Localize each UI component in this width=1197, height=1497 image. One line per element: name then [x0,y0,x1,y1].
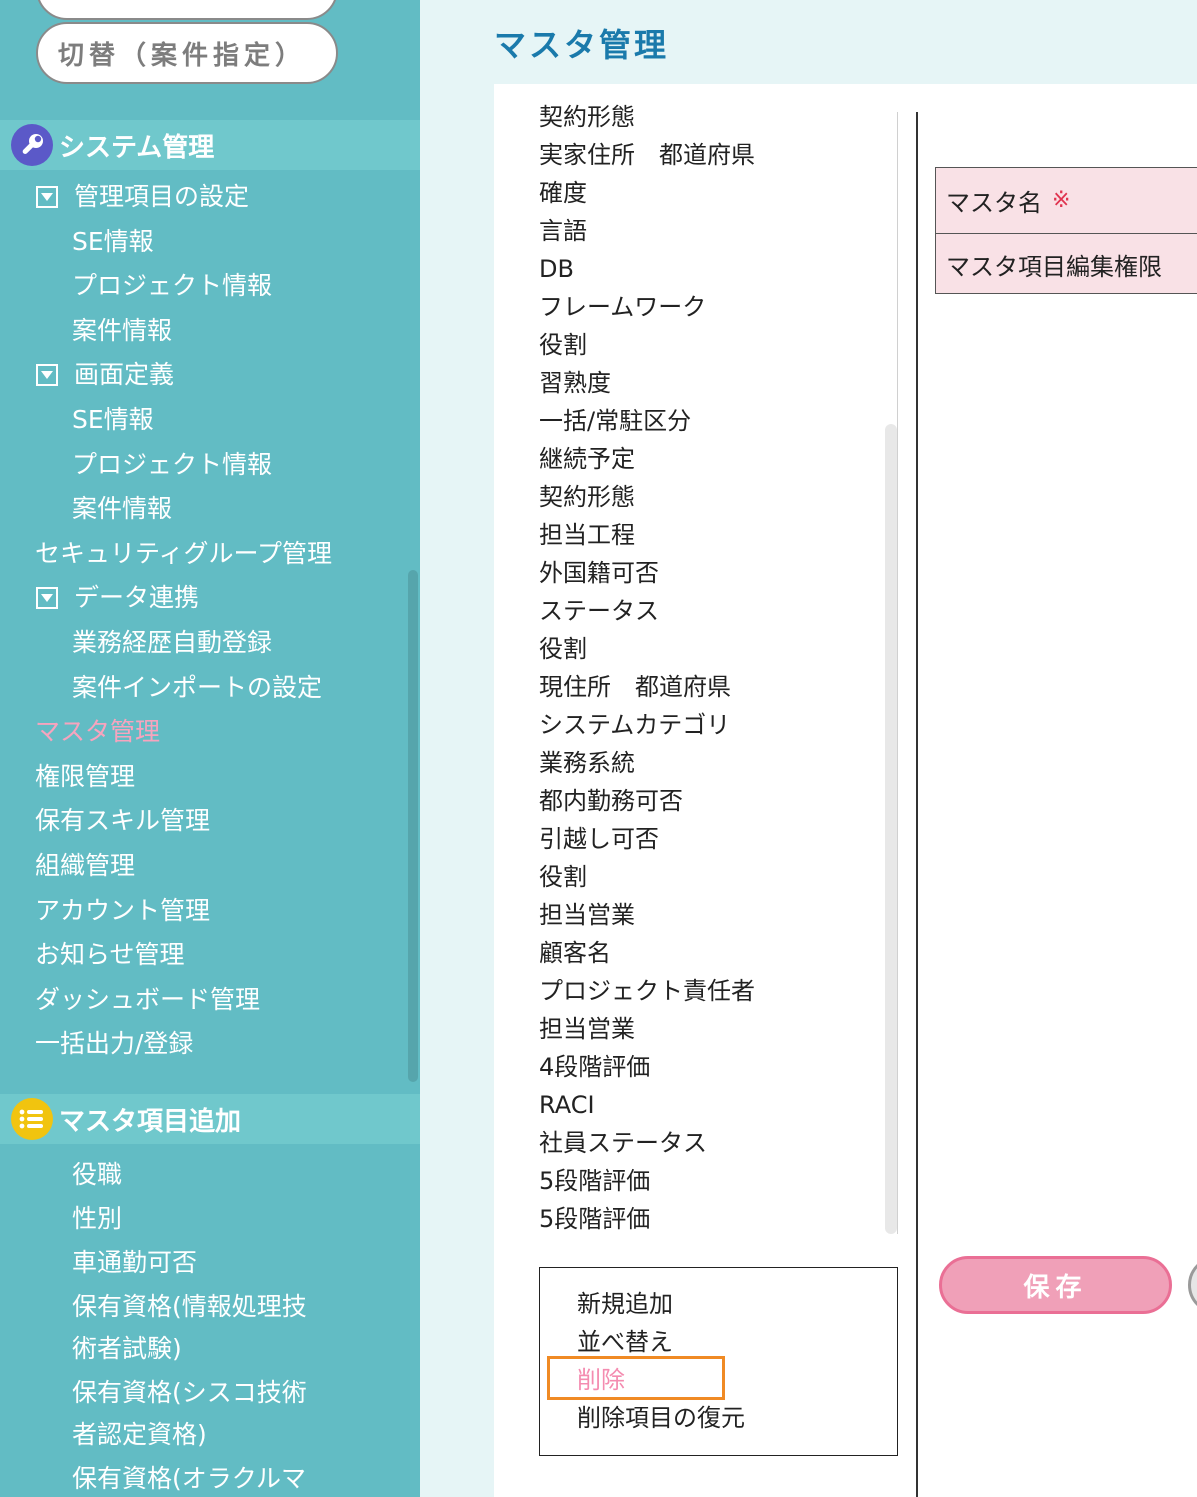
list-item[interactable]: RACI [539,1086,879,1124]
list-item[interactable]: ステータス [539,592,879,630]
sidebar-item[interactable]: 術者試験) [72,1333,182,1365]
section-header-master-add[interactable]: マスタ項目追加 [0,1094,420,1144]
list-icon [11,1098,53,1140]
sidebar-item[interactable]: SE情報 [72,226,154,258]
list-item[interactable]: 担当工程 [539,516,879,554]
list-item[interactable]: 契約形態 [539,98,879,136]
list-item[interactable]: 言語 [539,212,879,250]
edit-permission-label: マスタ項目編集権限 [946,252,1162,281]
list-item[interactable]: 役割 [539,630,879,668]
list-item[interactable]: 引越し可否 [539,820,879,858]
sidebar-item-label: データ連携 [74,583,200,612]
list-item[interactable]: 役割 [539,858,879,896]
sidebar-item-label: 管理項目の設定 [74,182,250,211]
sidebar-item[interactable]: 保有スキル管理 [35,805,210,837]
sidebar-scrollbar[interactable] [408,570,418,1082]
divider [916,112,918,1497]
list-item[interactable]: 社員ステータス [539,1124,879,1162]
context-menu: 新規追加 並べ替え 削除 削除項目の復元 [539,1267,898,1456]
wrench-icon [11,124,53,166]
sidebar-item[interactable]: 保有資格(オラクルマ [72,1463,306,1495]
list-item[interactable]: 4段階評価 [539,1048,879,1086]
collapse-toggle-icon[interactable] [36,364,58,386]
selection-highlight [547,1356,725,1400]
sidebar-item[interactable]: アカウント管理 [35,895,210,927]
sidebar-item[interactable]: 保有資格(情報処理技 [72,1291,307,1323]
sidebar-item[interactable]: 役職 [72,1159,122,1191]
section-title: システム管理 [59,132,215,163]
switch-project-button[interactable]: 切替（案件指定） [36,22,338,84]
list-scroll-track [897,112,898,1234]
sidebar-item[interactable]: 一括出力/登録 [35,1028,193,1060]
master-form: マスタ名 ※ マスタ項目編集権限 [935,167,1197,294]
list-item[interactable]: 都内勤務可否 [539,782,879,820]
master-list: 契約形態 実家住所 都道府県 確度 言語 DB フレームワーク 役割 習熟度 一括/常駐区分 継続… [539,98,879,1238]
sidebar-item[interactable]: 性別 [72,1203,122,1235]
sidebar-item-label: 画面定義 [74,360,175,389]
list-item[interactable]: 一括/常駐区分 [539,402,879,440]
master-name-row: マスタ名 ※ [936,168,1197,234]
list-item[interactable]: フレームワーク [539,288,879,326]
sidebar-item-active[interactable]: マスタ管理 [35,716,160,748]
sidebar-item[interactable]: お知らせ管理 [35,939,185,971]
sidebar-item[interactable]: プロジェクト情報 [72,270,272,302]
list-scrollbar[interactable] [885,424,897,1234]
sidebar-item[interactable]: 組織管理 [35,850,135,882]
sidebar-item[interactable]: ダッシュボード管理 [35,984,260,1016]
collapse-toggle-icon[interactable] [36,186,58,208]
sidebar-tree-node[interactable]: 管理項目の設定 [36,181,249,213]
list-item[interactable]: 実家住所 都道府県 [539,136,879,174]
sidebar-item[interactable]: 保有資格(シスコ技術 [72,1377,307,1409]
list-item[interactable]: 5段階評価 [539,1200,879,1238]
list-item[interactable]: DB [539,250,879,288]
ctx-restore-deleted[interactable]: 削除項目の復元 [577,1399,745,1437]
top-button[interactable] [36,0,338,20]
sidebar-item[interactable]: プロジェクト情報 [72,449,272,481]
sidebar-item[interactable]: 業務経歴自動登録 [72,627,272,659]
sidebar-item[interactable]: 者認定資格) [72,1419,207,1451]
list-item[interactable]: プロジェクト責任者 [539,972,879,1010]
sidebar-item[interactable]: 案件インポートの設定 [72,672,322,704]
list-item[interactable]: 契約形態 [539,478,879,516]
master-name-label: マスタ名 [946,189,1042,217]
list-item[interactable]: 顧客名 [539,934,879,972]
sidebar-item[interactable]: セキュリティグループ管理 [35,538,332,570]
sidebar-item[interactable]: 案件情報 [72,493,172,525]
collapse-toggle-icon[interactable] [36,587,58,609]
list-item[interactable]: 業務系統 [539,744,879,782]
list-item[interactable]: 確度 [539,174,879,212]
list-item[interactable]: 役割 [539,326,879,364]
list-item[interactable]: 現住所 都道府県 [539,668,879,706]
sidebar-item[interactable]: 車通勤可否 [72,1247,197,1279]
sidebar-tree-node[interactable]: データ連携 [36,582,199,614]
sidebar-item[interactable]: SE情報 [72,404,154,436]
list-item[interactable]: 5段階評価 [539,1162,879,1200]
section-title: マスタ項目追加 [59,1106,242,1137]
list-item[interactable]: システムカテゴリ [539,706,879,744]
page-title: マスタ管理 [494,26,670,64]
edit-permission-row: マスタ項目編集権限 [936,234,1197,294]
list-item[interactable]: 担当営業 [539,1010,879,1048]
list-item[interactable]: 継続予定 [539,440,879,478]
list-item[interactable]: 担当営業 [539,896,879,934]
required-mark: ※ [1052,188,1071,213]
sidebar: 切替（案件指定） システム管理 管理項目の設定 SE情報 プロジェクト情報 案件情報画… [0,0,420,1497]
section-header-system[interactable]: システム管理 [0,120,420,170]
list-item[interactable]: 習熟度 [539,364,879,402]
list-item[interactable]: 外国籍可否 [539,554,879,592]
sidebar-item[interactable]: 権限管理 [35,761,135,793]
sidebar-item[interactable]: 案件情報 [72,315,172,347]
ctx-add-new[interactable]: 新規追加 [577,1285,673,1323]
sidebar-tree-node[interactable]: 画面定義 [36,359,174,391]
save-button[interactable]: 保存 [939,1256,1172,1314]
